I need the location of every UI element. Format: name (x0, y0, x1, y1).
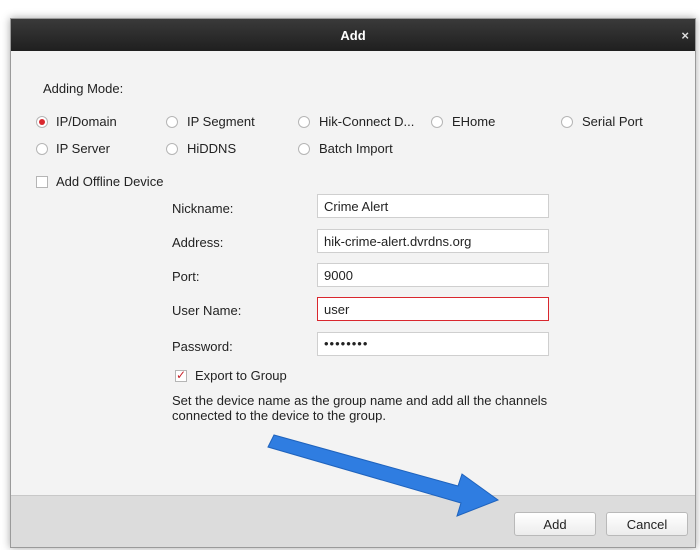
adding-mode-label: Adding Mode: (43, 81, 124, 96)
close-icon[interactable]: × (681, 19, 689, 53)
radio-batch-import[interactable] (298, 143, 310, 155)
password-label: Password: (172, 339, 233, 354)
radio-hik-connect[interactable] (298, 116, 310, 128)
password-field[interactable]: •••••••• (317, 332, 549, 356)
add-button[interactable]: Add (514, 512, 596, 536)
address-field[interactable] (317, 229, 549, 253)
radio-serial-port[interactable] (561, 116, 573, 128)
username-label: User Name: (172, 303, 242, 318)
port-field[interactable] (317, 263, 549, 287)
radio-ip-domain[interactable] (36, 116, 48, 128)
port-label: Port: (172, 269, 200, 284)
radio-hiddns[interactable] (166, 143, 178, 155)
radio-ehome-label[interactable]: EHome (452, 114, 495, 129)
radio-ip-server[interactable] (36, 143, 48, 155)
radio-hiddns-label[interactable]: HiDDNS (187, 141, 236, 156)
radio-ehome[interactable] (431, 116, 443, 128)
nickname-label: Nickname: (172, 201, 234, 216)
username-field[interactable] (317, 297, 549, 321)
radio-hik-connect-label[interactable]: Hik-Connect D... (319, 114, 414, 129)
export-to-group-label[interactable]: Export to Group (195, 368, 287, 383)
radio-batch-import-label[interactable]: Batch Import (319, 141, 393, 156)
dialog-footer: Add Cancel (11, 495, 695, 547)
radio-ip-segment[interactable] (166, 116, 178, 128)
export-description: Set the device name as the group name an… (172, 393, 548, 423)
radio-ip-server-label[interactable]: IP Server (56, 141, 110, 156)
add-offline-device-label[interactable]: Add Offline Device (56, 174, 163, 189)
dialog-title: Add (340, 28, 366, 43)
cancel-button[interactable]: Cancel (606, 512, 688, 536)
export-to-group-checkbox[interactable] (175, 368, 187, 382)
radio-ip-segment-label[interactable]: IP Segment (187, 114, 255, 129)
add-offline-device-checkbox[interactable] (36, 176, 48, 188)
dialog-titlebar: Add × (11, 19, 695, 51)
radio-ip-domain-label[interactable]: IP/Domain (56, 114, 117, 129)
radio-serial-port-label[interactable]: Serial Port (582, 114, 643, 129)
nickname-field[interactable] (317, 194, 549, 218)
address-label: Address: (172, 235, 224, 250)
add-device-dialog: Add × Adding Mode: IP/Domain IP Segment … (10, 18, 696, 548)
